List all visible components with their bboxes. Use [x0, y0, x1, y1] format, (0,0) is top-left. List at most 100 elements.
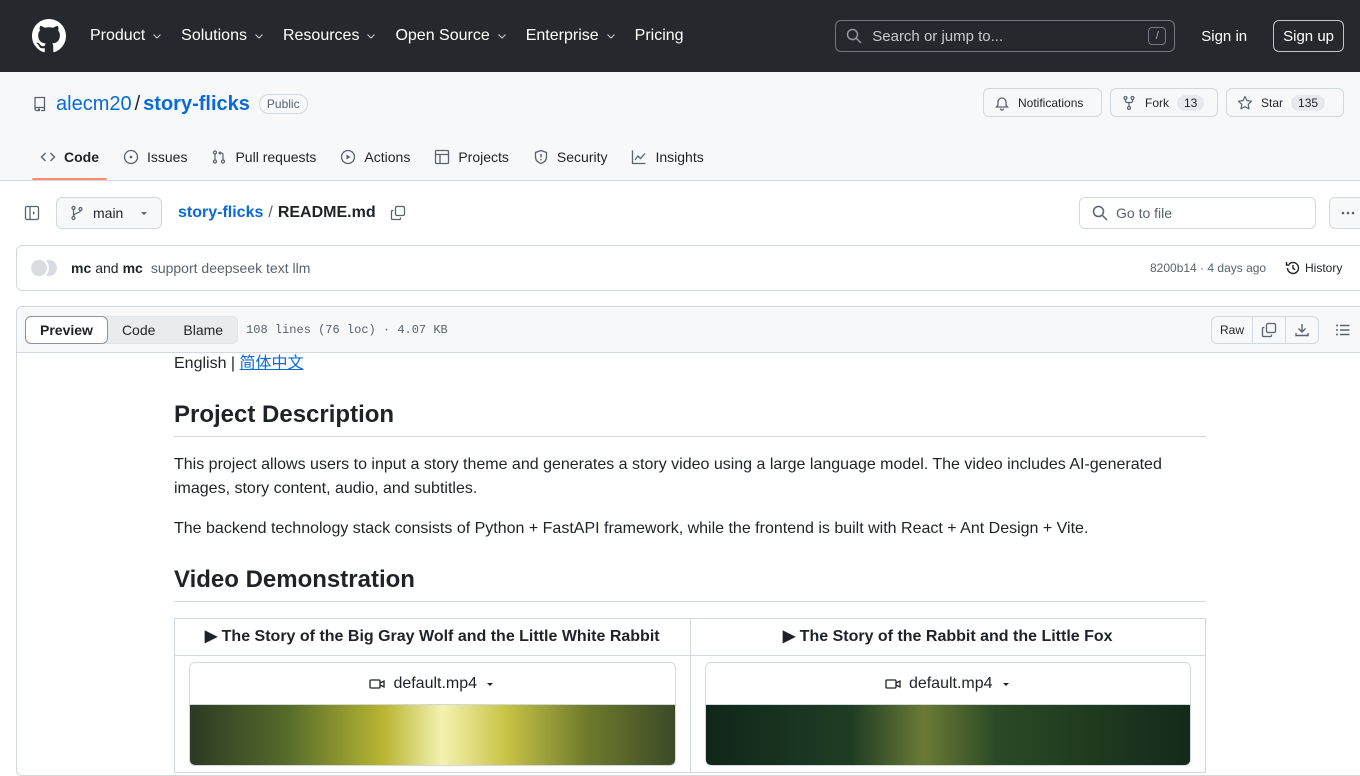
nav-pricing[interactable]: Pricing [635, 27, 684, 45]
repo-tabs: Code Issues Pull requests Actions Projec… [32, 134, 720, 180]
go-to-file-placeholder: Go to file [1116, 205, 1173, 221]
copy-icon [1261, 322, 1277, 338]
table-header-row: ▶ The Story of the Big Gray Wolf and the… [174, 618, 1206, 656]
repo-icon [34, 96, 46, 112]
video-filename: default.mp4 [908, 674, 993, 692]
commit-coauthor-link[interactable]: mc [123, 260, 143, 276]
video-table: ▶ The Story of the Big Gray Wolf and the… [174, 618, 1206, 773]
view-mode-switch: Preview Code Blame [25, 315, 239, 344]
copy-raw-button[interactable] [1253, 317, 1287, 343]
chevron-down-icon [255, 34, 263, 39]
table-icon [435, 149, 450, 165]
fork-button[interactable]: Fork 13 [1110, 88, 1218, 117]
go-to-file-input[interactable]: Go to file [1079, 197, 1316, 229]
video-file-header[interactable]: default.mp4 [190, 663, 675, 705]
nav-label: Product [90, 27, 146, 44]
lang-chinese-link[interactable]: 简体中文 [240, 355, 304, 372]
repo-header: alecm20 / story-flicks Public Notificati… [0, 72, 1360, 181]
branch-icon [71, 205, 83, 221]
language-links: English | 简体中文 [174, 352, 1206, 376]
notifications-button[interactable]: Notifications [983, 88, 1102, 117]
kebab-horizontal-icon [1341, 211, 1355, 215]
video-title-2[interactable]: ▶ The Story of the Rabbit and the Little… [689, 618, 1206, 656]
breadcrumb-repo-link[interactable]: story-flicks [178, 204, 263, 222]
visibility-badge: Public [258, 94, 308, 114]
nav-open-source[interactable]: Open Source [395, 27, 507, 45]
bell-icon [995, 96, 1009, 111]
video-player[interactable]: default.mp4 [189, 662, 676, 766]
fork-count: 13 [1177, 94, 1205, 111]
video-player[interactable]: default.mp4 [704, 662, 1191, 766]
nav-enterprise[interactable]: Enterprise [526, 27, 617, 45]
chevron-down-icon [497, 34, 506, 39]
sign-in-link[interactable]: Sign in [1191, 22, 1257, 51]
global-search-input[interactable]: Search or jump to... / [835, 20, 1176, 52]
tab-label: Issues [147, 149, 188, 165]
raw-button[interactable]: Raw [1212, 317, 1254, 343]
history-label: History [1305, 261, 1343, 275]
commit-sha-date[interactable]: 8200b14 · 4 days ago [1150, 261, 1266, 275]
heading-project-description: Project Description [174, 400, 1206, 437]
tab-projects[interactable]: Projects [426, 134, 517, 180]
fork-icon [1123, 95, 1135, 110]
file-info: 108 lines (76 loc) · 4.07 KB [246, 322, 448, 337]
history-button[interactable]: History [1285, 260, 1342, 276]
tab-insights[interactable]: Insights [623, 134, 711, 180]
repo-owner-link[interactable]: alecm20 [56, 93, 132, 116]
outline-list-icon[interactable] [1335, 322, 1351, 338]
paragraph-tech-stack: The backend technology stack consists of… [174, 520, 1089, 537]
view-code-tab[interactable]: Code [108, 317, 169, 343]
view-blame-tab[interactable]: Blame [169, 317, 237, 343]
nav-product[interactable]: Product [90, 27, 163, 45]
history-icon [1285, 261, 1300, 275]
video-title-1[interactable]: ▶ The Story of the Big Gray Wolf and the… [174, 618, 691, 656]
tab-actions[interactable]: Actions [332, 134, 418, 180]
commit-message-link[interactable]: support deepseek text llm [151, 260, 311, 276]
chevron-down-icon [153, 34, 162, 39]
search-placeholder: Search or jump to... [872, 27, 1004, 45]
breadcrumb-filename: README.md [277, 204, 376, 221]
tab-pull-requests[interactable]: Pull requests [203, 134, 324, 180]
tab-security[interactable]: Security [525, 134, 616, 180]
download-button[interactable] [1286, 317, 1318, 343]
github-logo-icon[interactable] [32, 19, 66, 53]
nav-label: Pricing [634, 27, 684, 44]
global-header: Product Solutions Resources Open Source … [0, 0, 1360, 72]
branch-selector[interactable]: main [56, 197, 162, 229]
issue-icon [123, 149, 139, 165]
commit-avatars[interactable] [29, 257, 63, 279]
nav-label: Open Source [395, 27, 490, 44]
breadcrumb-separator: / [268, 204, 273, 221]
nav-solutions[interactable]: Solutions [181, 27, 265, 45]
shield-icon [534, 149, 548, 165]
star-count: 135 [1291, 94, 1326, 111]
sidebar-expand-icon[interactable] [24, 205, 40, 221]
sign-up-button[interactable]: Sign up [1273, 20, 1344, 52]
fork-label: Fork [1145, 95, 1169, 110]
star-button[interactable]: Star 135 [1226, 88, 1344, 117]
video-thumbnail[interactable] [190, 705, 675, 765]
view-preview-tab[interactable]: Preview [25, 315, 108, 344]
more-options-button[interactable] [1329, 197, 1360, 229]
copy-path-icon[interactable] [390, 205, 406, 221]
graph-icon [632, 150, 646, 165]
video-file-header[interactable]: default.mp4 [705, 663, 1190, 705]
commit-author-link[interactable]: mc [71, 260, 91, 276]
code-icon [40, 152, 56, 162]
star-label: Star [1261, 95, 1284, 110]
latest-commit-box: mc and mc support deepseek text llm 8200… [16, 245, 1360, 291]
commit-and-text: and [95, 260, 119, 276]
heading-video-demonstration: Video Demonstration [174, 565, 1206, 602]
tab-code[interactable]: Code [32, 134, 107, 180]
repo-title: alecm20 / story-flicks Public [32, 90, 308, 118]
chevron-down-icon [367, 34, 376, 39]
repo-name-link[interactable]: story-flicks [143, 93, 250, 116]
nav-resources[interactable]: Resources [283, 27, 377, 45]
raw-actions-group: Raw [1211, 316, 1320, 344]
tab-issues[interactable]: Issues [115, 134, 195, 180]
nav-label: Solutions [181, 27, 247, 44]
star-icon [1237, 95, 1253, 109]
video-thumbnail[interactable] [705, 705, 1190, 765]
video-camera-icon [369, 678, 386, 689]
avatar [29, 258, 49, 278]
